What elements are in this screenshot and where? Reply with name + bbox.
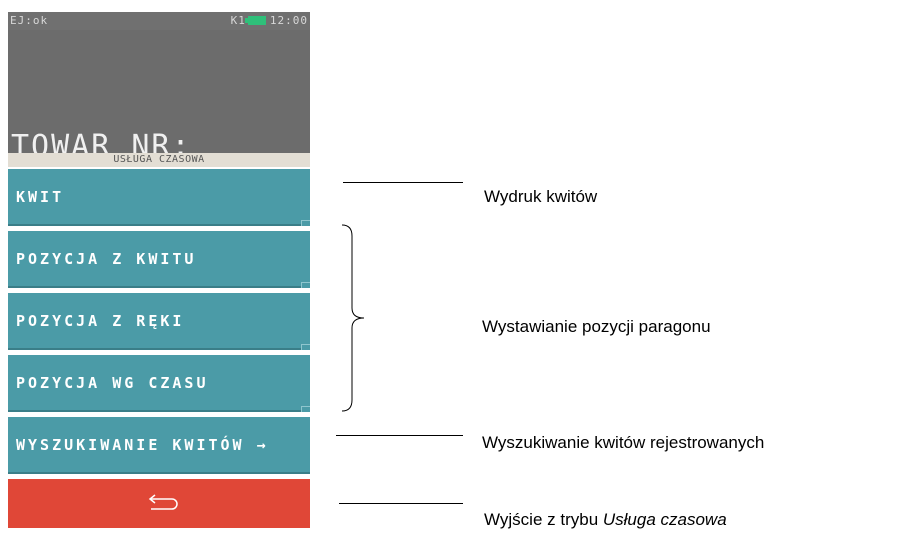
annotation-wyjscie-prefix: Wyjście z trybu	[484, 510, 603, 529]
mode-subtitle: USŁUGA CZASOWA	[8, 153, 310, 167]
status-bar: EJ:ok K1 12:00	[8, 12, 310, 30]
header-area: TOWAR NR:	[8, 30, 310, 164]
status-right: K1 12:00	[231, 14, 308, 27]
annotation-wyjscie-italic: Usługa czasowa	[602, 510, 727, 529]
pozycja-wg-czasu-button[interactable]: POZYCJA WG CZASU	[8, 355, 310, 412]
button-corner-decoration	[301, 220, 310, 226]
exit-button[interactable]	[8, 479, 310, 528]
back-arrow-icon	[148, 494, 178, 510]
pozycja-z-reki-label: POZYCJA Z RĘKI	[16, 311, 185, 330]
pozycja-z-kwitu-button[interactable]: POZYCJA Z KWITU	[8, 231, 310, 288]
button-corner-decoration	[301, 406, 310, 412]
cash-register-screen: EJ:ok K1 12:00 TOWAR NR: USŁUGA CZASOWA …	[8, 12, 310, 528]
pozycja-z-reki-button[interactable]: POZYCJA Z RĘKI	[8, 293, 310, 350]
ej-status: EJ:ok	[10, 14, 49, 27]
callout-line-wyjscie	[339, 503, 463, 504]
annotation-wyszukiwanie: Wyszukiwanie kwitów rejestrowanych	[482, 433, 765, 452]
annotation-pozycje: Wystawianie pozycji paragonu	[482, 317, 711, 336]
callout-line-wyszukiwanie	[336, 435, 463, 436]
k1-label: K1	[230, 14, 246, 27]
wyszukiwanie-kwitow-label: WYSZUKIWANIE KWITÓW →	[16, 435, 269, 454]
button-corner-decoration	[301, 344, 310, 350]
right-brace	[341, 224, 365, 412]
annotation-kwit: Wydruk kwitów	[484, 187, 598, 206]
clock: 12:00	[269, 14, 308, 27]
battery-icon	[244, 16, 266, 25]
annotation-wyjscie: Wyjście z trybu Usługa czasowa	[484, 510, 727, 530]
kwit-button-label: KWIT	[16, 187, 65, 206]
pozycja-wg-czasu-label: POZYCJA WG CZASU	[16, 373, 209, 392]
kwit-button[interactable]: KWIT	[8, 169, 310, 226]
wyszukiwanie-kwitow-button[interactable]: WYSZUKIWANIE KWITÓW →	[8, 417, 310, 474]
pozycja-z-kwitu-label: POZYCJA Z KWITU	[16, 249, 197, 268]
callout-line-kwit	[343, 182, 463, 183]
button-corner-decoration	[301, 282, 310, 288]
